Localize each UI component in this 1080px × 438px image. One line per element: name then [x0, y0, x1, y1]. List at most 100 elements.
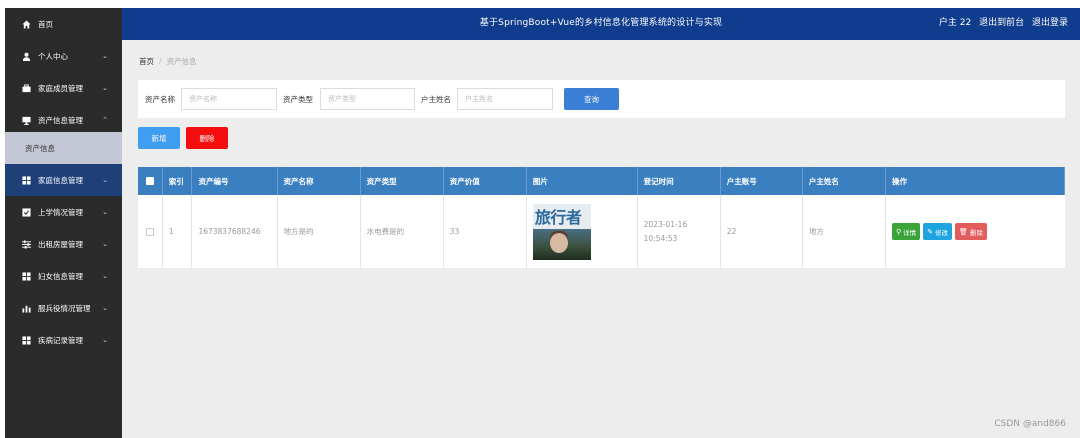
asset-name-label: 资产名称: [145, 95, 175, 104]
sidebar-subitem-asset-info[interactable]: 资产信息: [5, 132, 122, 164]
sidebar-item-label: 疾病记录管理: [38, 335, 83, 345]
sidebar-item-label: 服兵役情况管理: [38, 303, 91, 313]
watermark: CSDN @and866: [994, 419, 1066, 429]
delete-label: 删除: [969, 228, 983, 237]
sidebar-item-women-info[interactable]: 妇女信息管理 ⌄: [5, 260, 122, 292]
sliders-icon: [21, 239, 31, 249]
thumbnail-text: 旅行者: [534, 207, 582, 227]
current-user: 户主 22: [938, 18, 972, 28]
cell-asset-no: 1673837688246: [192, 195, 278, 268]
sidebar-item-family-members[interactable]: 家庭成员管理 ⌄: [5, 72, 122, 104]
sidebar-item-label: 资产信息管理: [38, 115, 83, 125]
sidebar-item-label: 家庭信息管理: [38, 175, 83, 185]
cell-operations: ⚲ 详情 ✎ 修改 🗑 删除: [886, 195, 1065, 268]
cell-owner-account: 22: [721, 195, 803, 268]
breadcrumb-home[interactable]: 首页: [139, 57, 154, 66]
column-header: 操作: [886, 167, 1065, 195]
sidebar-item-personal-center[interactable]: 个人中心 ⌄: [5, 40, 122, 72]
column-header: 索引: [163, 167, 193, 195]
sidebar-item-label: 个人中心: [38, 51, 68, 61]
column-header: 资产价值: [444, 167, 527, 195]
monitor-icon: [21, 116, 31, 125]
chevron-down-icon: ⌄: [102, 304, 108, 312]
briefcase-icon: [21, 83, 31, 93]
sidebar-item-label: 妇女信息管理: [38, 271, 83, 281]
sidebar-item-label: 出租房屋管理: [38, 239, 83, 249]
user-area: 户主 22 退出到前台 退出登录: [934, 8, 1068, 40]
table-row: 1 1673837688246 地方是的 水电费是的 33 旅行者 2023-0…: [138, 195, 1065, 268]
chevron-down-icon: ⌄: [102, 84, 108, 92]
chevron-down-icon: ⌄: [102, 208, 108, 216]
sidebar-item-label: 上学情况管理: [38, 207, 83, 217]
add-button[interactable]: 新增: [138, 127, 180, 149]
logout-link[interactable]: 退出登录: [1032, 18, 1068, 28]
chevron-down-icon: ⌄: [102, 52, 108, 60]
asset-thumbnail[interactable]: 旅行者: [532, 203, 591, 260]
asset-type-input[interactable]: [320, 88, 415, 110]
cell-asset-value: 33: [444, 195, 527, 268]
chevron-down-icon: ⌄: [102, 336, 108, 344]
breadcrumb-separator: /: [159, 57, 162, 66]
asset-type-label: 资产类型: [283, 95, 313, 104]
column-header: 资产类型: [361, 167, 444, 195]
top-header: 基于SpringBoot+Vue的乡村信息化管理系统的设计与实现 户主 22 退…: [122, 8, 1080, 40]
breadcrumb-current: 资产信息: [166, 57, 197, 66]
sidebar-subitem-label: 资产信息: [25, 143, 55, 153]
cell-index: 1: [163, 195, 193, 268]
thumbnail-face: [549, 232, 568, 253]
search-form: 资产名称 资产类型 户主姓名 查询: [138, 80, 1065, 118]
query-button[interactable]: 查询: [564, 88, 619, 110]
cell-asset-type: 水电费是的: [361, 195, 444, 268]
detail-button[interactable]: ⚲ 详情: [892, 223, 921, 240]
detail-label: 详情: [903, 228, 917, 237]
edit-icon: ✎: [927, 227, 934, 236]
grid-icon: [21, 175, 31, 185]
bar-chart-icon: [21, 304, 31, 313]
table-header: 索引 资产编号 资产名称 资产类型 资产价值 图片 登记时间 户主账号 户主姓名…: [138, 167, 1065, 195]
sidebar-item-label: 家庭成员管理: [38, 83, 83, 93]
cell-asset-name: 地方是的: [278, 195, 361, 268]
user-icon: [21, 52, 31, 61]
edit-button[interactable]: ✎ 修改: [923, 223, 953, 240]
column-header: 图片: [527, 167, 638, 195]
owner-name-label: 户主姓名: [421, 95, 451, 104]
owner-name-input[interactable]: [457, 88, 553, 110]
grid-icon: [21, 335, 31, 345]
sidebar-item-disease-records[interactable]: 疾病记录管理 ⌄: [5, 324, 122, 356]
column-header: 资产名称: [278, 167, 361, 195]
sidebar-item-label: 首页: [38, 19, 53, 29]
chevron-down-icon: ⌄: [102, 240, 108, 248]
sidebar-item-family-info[interactable]: 家庭信息管理 ⌄: [5, 164, 122, 196]
trash-icon: 🗑: [959, 227, 968, 236]
cell-image: 旅行者: [527, 195, 638, 268]
main-content: 首页 / 资产信息 资产名称 资产类型 户主姓名 查询 新增 删除 索引 资产编号 …: [122, 40, 1080, 438]
edit-label: 修改: [935, 228, 949, 237]
cell-owner-name: 地方: [803, 195, 887, 268]
asset-name-input[interactable]: [181, 88, 277, 110]
column-header: 资产编号: [192, 167, 278, 195]
sidebar-item-military-service[interactable]: 服兵役情况管理 ⌄: [5, 292, 122, 324]
column-header: 登记时间: [638, 167, 721, 195]
asset-table: 索引 资产编号 资产名称 资产类型 资产价值 图片 登记时间 户主账号 户主姓名…: [138, 167, 1065, 268]
chevron-down-icon: ⌄: [102, 272, 108, 280]
cell-reg-time: 2023-01-16 10:54:53: [638, 195, 721, 268]
column-header: 户主姓名: [803, 167, 886, 195]
sidebar-item-home[interactable]: 首页: [5, 8, 122, 40]
back-to-front-link[interactable]: 退出到前台: [979, 18, 1024, 28]
select-all-checkbox[interactable]: [145, 177, 154, 185]
home-icon: [21, 19, 31, 29]
search-icon: ⚲: [896, 227, 902, 236]
checklist-icon: [21, 207, 31, 217]
column-header: 户主账号: [721, 167, 803, 195]
sidebar-item-rental-housing[interactable]: 出租房屋管理 ⌄: [5, 228, 122, 260]
grid-icon: [21, 271, 31, 281]
row-select-cell: [138, 195, 163, 268]
sidebar: 首页 个人中心 ⌄ 家庭成员管理 ⌄ 资产信息管理 ⌃ 资产信息 家庭信息管理 …: [5, 8, 122, 438]
row-delete-button[interactable]: 🗑 删除: [955, 223, 987, 240]
row-checkbox[interactable]: [145, 227, 154, 236]
select-all-cell: [138, 167, 163, 195]
sidebar-item-schooling[interactable]: 上学情况管理 ⌄: [5, 196, 122, 228]
chevron-up-icon: ⌃: [102, 116, 108, 124]
breadcrumb: 首页 / 资产信息: [139, 56, 197, 67]
batch-delete-button[interactable]: 删除: [186, 127, 228, 149]
